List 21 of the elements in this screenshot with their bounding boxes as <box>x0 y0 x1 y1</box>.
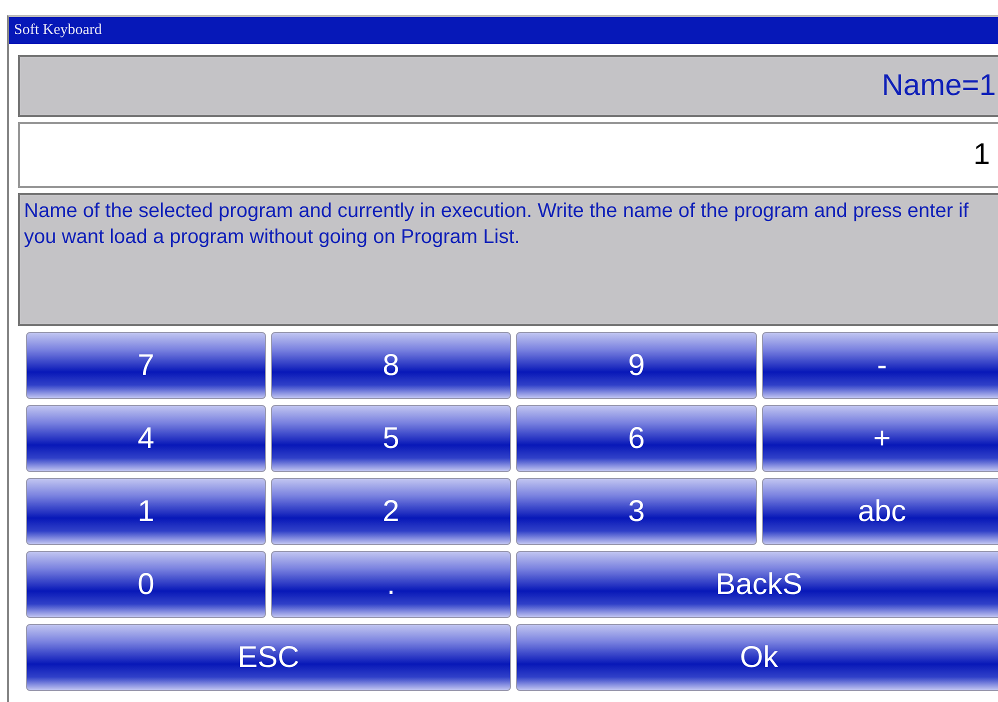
key-button[interactable]: - <box>762 332 998 399</box>
key-button[interactable]: 0 <box>26 551 266 618</box>
key-button[interactable]: . <box>271 551 511 618</box>
key-button[interactable]: 6 <box>516 405 757 472</box>
key-button[interactable]: ESC <box>26 624 511 691</box>
key-button[interactable]: 7 <box>26 332 266 399</box>
header-label: Name=1 <box>882 69 996 103</box>
key-button[interactable]: Ok <box>516 624 998 691</box>
key-button[interactable]: 4 <box>26 405 266 472</box>
key-button[interactable]: 8 <box>271 332 511 399</box>
input-field[interactable]: 1 <box>18 122 998 188</box>
key-button[interactable]: abc <box>762 478 998 545</box>
description-text: Name of the selected program and currently in execution. Write the name of the program and press enter if you want load a program without going on Program List. <box>24 199 970 250</box>
key-button[interactable]: 2 <box>271 478 511 545</box>
key-button[interactable]: 5 <box>271 405 511 472</box>
window-title: Soft Keyboard <box>14 22 102 39</box>
key-button[interactable]: 9 <box>516 332 757 399</box>
key-button[interactable]: 3 <box>516 478 757 545</box>
key-button[interactable]: 1 <box>26 478 266 545</box>
key-button[interactable]: + <box>762 405 998 472</box>
key-button[interactable]: BackS <box>516 551 998 618</box>
